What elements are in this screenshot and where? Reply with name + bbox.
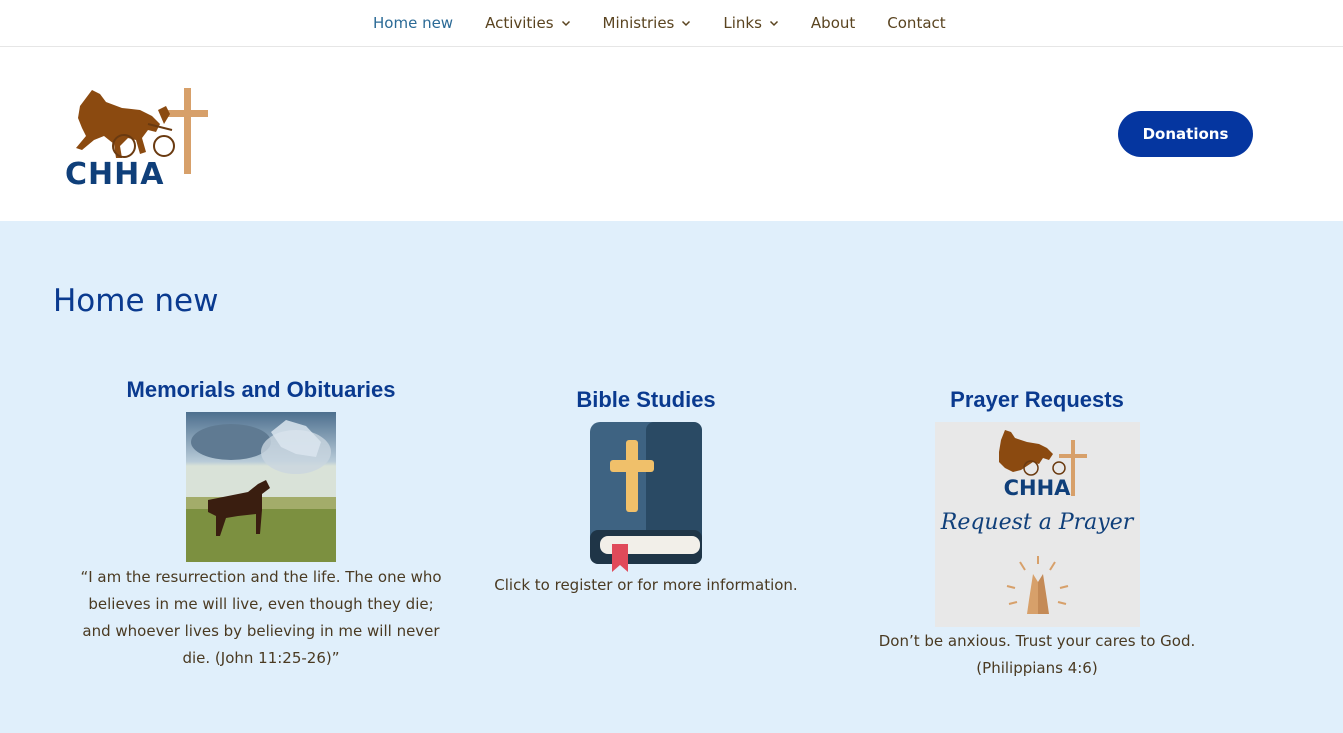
memorial-horse-image[interactable] [186,412,336,562]
main-content: Home new Memorials and Obituaries “I am … [0,221,1343,733]
nav-item-label: Links [723,14,762,32]
logo-text: CHHA [65,157,165,192]
memorials-section: Memorials and Obituaries “I am the resur… [78,377,444,672]
nav-item-about[interactable]: About [795,0,871,46]
memorials-text: “I am the resurrection and the life. The… [80,568,442,667]
nav-item-label: Ministries [602,14,675,32]
prayer-requests-heading[interactable]: Prayer Requests [862,387,1212,413]
prayer-image-script-text: Request a Prayer [940,510,1134,535]
chevron-down-icon [682,20,691,27]
top-navigation: Home new Activities Ministries Links Abo… [0,0,1343,47]
nav-item-label: Activities [485,14,554,32]
nav-item-links[interactable]: Links [707,0,795,46]
chevron-down-icon [769,20,778,27]
page-title: Home new [53,283,219,319]
prayer-requests-text: Don’t be anxious. Trust your cares to Go… [878,632,1196,677]
nav-item-home-new[interactable]: Home new [357,0,469,46]
nav-item-label: About [810,14,856,32]
bible-studies-section: Bible Studies Click to register or for m… [470,387,822,599]
chha-logo[interactable]: CHHA [62,80,214,192]
nav-item-ministries[interactable]: Ministries [587,0,708,46]
bible-icon[interactable] [590,422,702,572]
prayer-image-logo-text: CHHA [1003,476,1071,500]
donations-button[interactable]: Donations [1118,111,1253,157]
nav-item-contact[interactable]: Contact [871,0,961,46]
memorials-heading[interactable]: Memorials and Obituaries [78,377,444,403]
bible-studies-text: Click to register or for more informatio… [494,576,798,594]
site-header: CHHA Donations [0,47,1343,220]
nav-item-activities[interactable]: Activities [469,0,586,46]
nav-item-label: Contact [887,14,946,32]
bible-studies-heading[interactable]: Bible Studies [470,387,822,413]
chevron-down-icon [561,20,570,27]
request-a-prayer-image[interactable]: CHHA Request a Prayer [934,422,1140,627]
nav-item-label: Home new [373,14,454,32]
prayer-requests-section: Prayer Requests CHHA Request a Prayer Do… [862,387,1212,682]
